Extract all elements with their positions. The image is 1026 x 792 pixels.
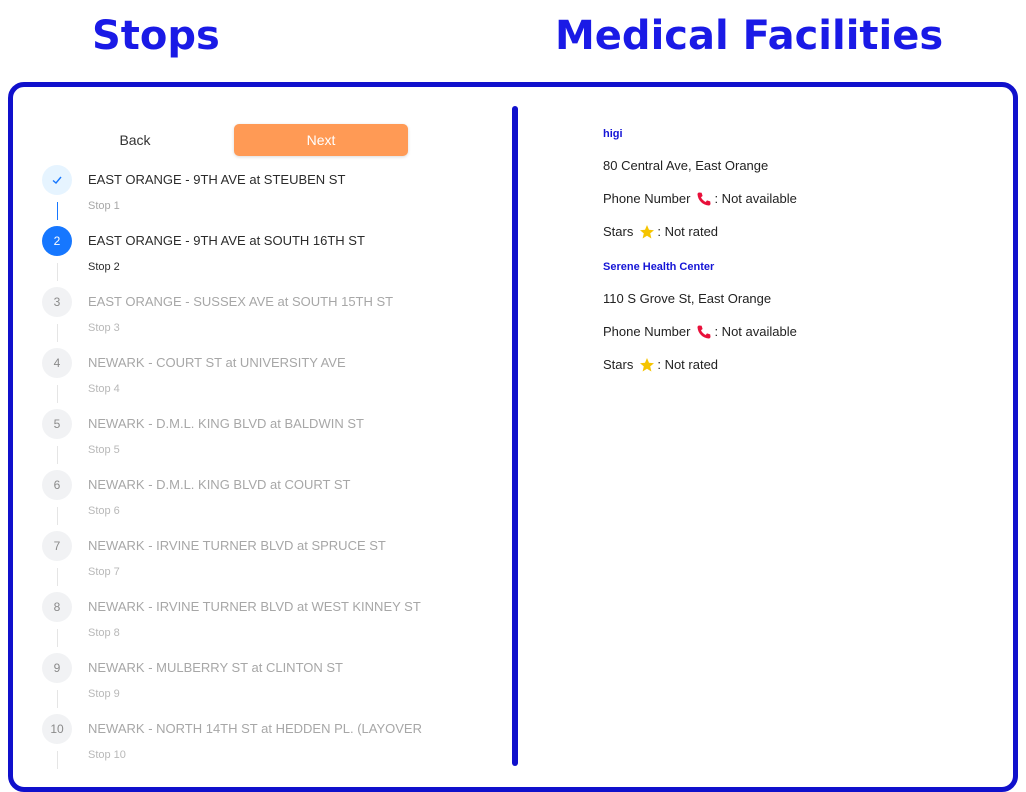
step-item[interactable]: 8 NEWARK - IRVINE TURNER BLVD at WEST KI… bbox=[40, 591, 510, 652]
facility-address: 110 S Grove St, East Orange bbox=[603, 291, 772, 306]
facility-name[interactable]: Serene Health Center bbox=[603, 260, 983, 274]
facilities-list: higi 80 Central Ave, East Orange Phone N… bbox=[603, 123, 983, 373]
step-connector bbox=[57, 324, 58, 342]
step-connector bbox=[57, 446, 58, 464]
step-subtitle: Stop 4 bbox=[88, 383, 120, 395]
step-connector bbox=[57, 751, 58, 769]
step-subtitle: Stop 7 bbox=[88, 566, 120, 578]
step-number: 3 bbox=[42, 287, 72, 317]
step-number: 5 bbox=[42, 409, 72, 439]
step-item[interactable]: 3 EAST ORANGE - SUSSEX AVE at SOUTH 15TH… bbox=[40, 286, 510, 347]
step-title: EAST ORANGE - 9TH AVE at STEUBEN ST bbox=[88, 172, 346, 187]
stars-value: : Not rated bbox=[657, 357, 719, 372]
facility-phone: Phone Number : Not available bbox=[603, 324, 983, 340]
facility-stars: Stars : Not rated bbox=[603, 357, 983, 373]
panel-divider bbox=[512, 106, 518, 766]
step-connector bbox=[57, 202, 58, 220]
step-title: NEWARK - MULBERRY ST at CLINTON ST bbox=[88, 660, 343, 675]
step-title: EAST ORANGE - 9TH AVE at SOUTH 16TH ST bbox=[88, 233, 365, 248]
step-subtitle: Stop 9 bbox=[88, 688, 120, 700]
step-connector bbox=[57, 629, 58, 647]
step-subtitle: Stop 5 bbox=[88, 444, 120, 456]
check-icon bbox=[42, 165, 72, 195]
step-connector bbox=[57, 263, 58, 281]
facility-card: Serene Health Center 110 S Grove St, Eas… bbox=[603, 260, 983, 373]
step-number: 10 bbox=[42, 714, 72, 744]
step-number: 8 bbox=[42, 592, 72, 622]
stops-heading: Stops bbox=[92, 13, 220, 59]
step-title: NEWARK - IRVINE TURNER BLVD at SPRUCE ST bbox=[88, 538, 386, 553]
step-title: NEWARK - D.M.L. KING BLVD at COURT ST bbox=[88, 477, 351, 492]
phone-value: : Not available bbox=[714, 191, 797, 206]
step-title: EAST ORANGE - SUSSEX AVE at SOUTH 15TH S… bbox=[88, 294, 394, 309]
phone-icon bbox=[696, 324, 712, 340]
step-item[interactable]: 7 NEWARK - IRVINE TURNER BLVD at SPRUCE … bbox=[40, 530, 510, 591]
step-number: 7 bbox=[42, 531, 72, 561]
facility-address: 80 Central Ave, East Orange bbox=[603, 158, 769, 173]
step-subtitle: Stop 10 bbox=[88, 749, 126, 761]
stars-label: Stars bbox=[603, 357, 634, 372]
step-number: 6 bbox=[42, 470, 72, 500]
step-number: 9 bbox=[42, 653, 72, 683]
step-subtitle: Stop 1 bbox=[88, 200, 120, 212]
stars-label: Stars bbox=[603, 224, 634, 239]
step-number: 2 bbox=[42, 226, 72, 256]
step-connector bbox=[57, 385, 58, 403]
star-icon bbox=[639, 224, 655, 240]
facility-card: higi 80 Central Ave, East Orange Phone N… bbox=[603, 127, 983, 240]
step-subtitle: Stop 6 bbox=[88, 505, 120, 517]
phone-label: Phone Number bbox=[603, 191, 691, 206]
step-connector bbox=[57, 507, 58, 525]
step-connector bbox=[57, 568, 58, 586]
star-icon bbox=[639, 357, 655, 373]
step-title: NEWARK - NORTH 14TH ST at HEDDEN PL. (LA… bbox=[88, 721, 422, 736]
step-item[interactable]: 5 NEWARK - D.M.L. KING BLVD at BALDWIN S… bbox=[40, 408, 510, 469]
phone-label: Phone Number bbox=[603, 324, 691, 339]
phone-icon bbox=[696, 191, 712, 207]
facility-name[interactable]: higi bbox=[603, 127, 983, 141]
step-title: NEWARK - D.M.L. KING BLVD at BALDWIN ST bbox=[88, 416, 364, 431]
facility-phone: Phone Number : Not available bbox=[603, 191, 983, 207]
step-item[interactable]: 6 NEWARK - D.M.L. KING BLVD at COURT ST … bbox=[40, 469, 510, 530]
step-subtitle: Stop 3 bbox=[88, 322, 120, 334]
step-title: NEWARK - COURT ST at UNIVERSITY AVE bbox=[88, 355, 346, 370]
phone-value: : Not available bbox=[714, 324, 797, 339]
step-subtitle: Stop 2 bbox=[88, 261, 120, 273]
step-connector bbox=[57, 690, 58, 708]
step-item[interactable]: 9 NEWARK - MULBERRY ST at CLINTON ST Sto… bbox=[40, 652, 510, 713]
next-button[interactable]: Next bbox=[234, 124, 408, 156]
step-item[interactable]: EAST ORANGE - 9TH AVE at STEUBEN ST Stop… bbox=[40, 164, 510, 225]
step-item[interactable]: 4 NEWARK - COURT ST at UNIVERSITY AVE St… bbox=[40, 347, 510, 408]
back-button[interactable]: Back bbox=[100, 125, 170, 155]
step-item[interactable]: 2 EAST ORANGE - 9TH AVE at SOUTH 16TH ST… bbox=[40, 225, 510, 286]
step-item[interactable]: 10 NEWARK - NORTH 14TH ST at HEDDEN PL. … bbox=[40, 713, 510, 774]
facility-stars: Stars : Not rated bbox=[603, 224, 983, 240]
step-number: 4 bbox=[42, 348, 72, 378]
stops-stepper: EAST ORANGE - 9TH AVE at STEUBEN ST Stop… bbox=[40, 164, 510, 774]
stars-value: : Not rated bbox=[657, 224, 719, 239]
step-title: NEWARK - IRVINE TURNER BLVD at WEST KINN… bbox=[88, 599, 421, 614]
medical-facilities-heading: Medical Facilities bbox=[555, 13, 944, 59]
step-subtitle: Stop 8 bbox=[88, 627, 120, 639]
